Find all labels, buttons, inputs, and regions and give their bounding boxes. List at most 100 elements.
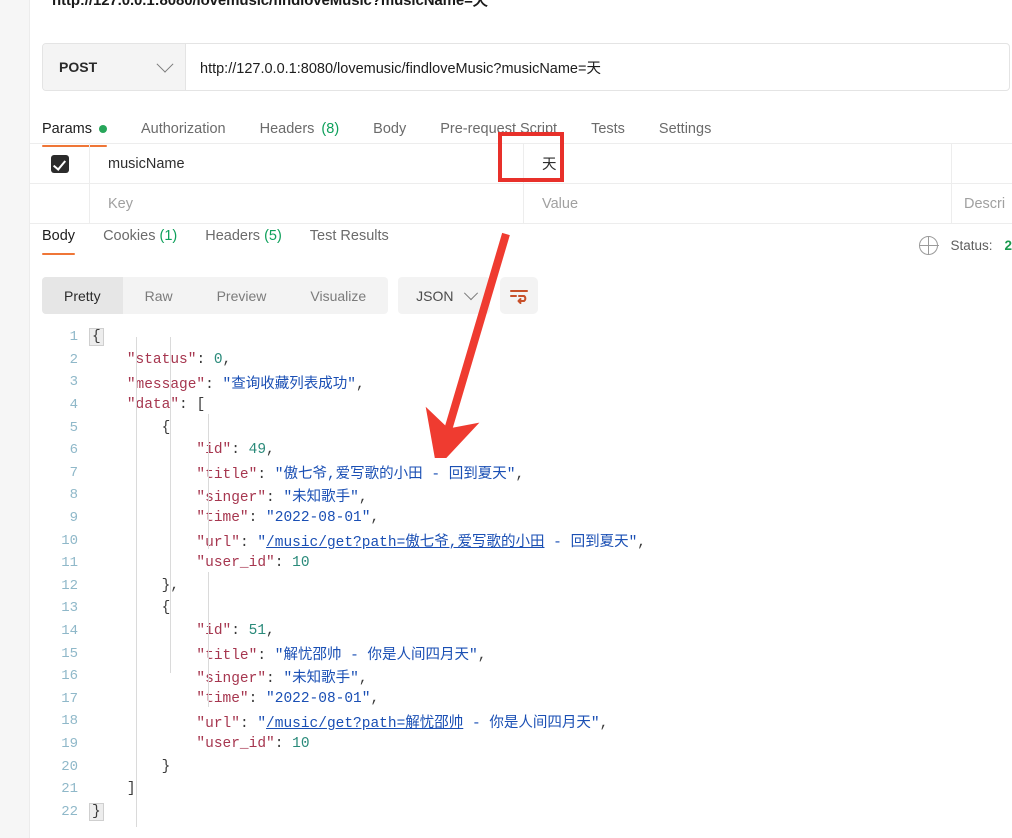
code-line: 18 "url": "/music/get?path=解忧邵帅 - 你是人间四月… — [30, 710, 1012, 733]
response-tab-bar: Body Cookies (1) Headers (5) Test Result… — [30, 228, 1012, 264]
table-row: musicName 天 — [30, 144, 1012, 184]
response-tab-test-results[interactable]: Test Results — [310, 228, 389, 255]
tab-headers-label: Headers — [259, 121, 315, 137]
param-description-cell[interactable] — [952, 144, 1012, 183]
code-token-lnk[interactable]: /music/get?path=解忧邵帅 — [266, 716, 463, 732]
url-input[interactable]: http://127.0.0.1:8080/lovemusic/findlove… — [186, 44, 1009, 90]
http-method-select[interactable]: POST — [43, 44, 186, 90]
code-line-text: } — [92, 759, 1012, 775]
table-row-placeholder: Key Value Descri — [30, 184, 1012, 224]
code-token-n: 51 — [248, 623, 267, 640]
code-token-p: , — [358, 670, 368, 687]
code-line-text: }, — [92, 578, 1012, 594]
code-token-s: "未知歌手" — [283, 670, 359, 687]
code-token-p — [92, 671, 196, 687]
response-format-select[interactable]: JSON — [398, 277, 490, 314]
line-number: 4 — [69, 397, 78, 414]
code-line: 3 "message": "查询收藏列表成功", — [30, 371, 1012, 394]
code-line-text: "data": [ — [92, 397, 1012, 413]
code-line-text: "status": 0, — [92, 352, 1012, 368]
code-token-s: "查询收藏列表成功" — [222, 376, 356, 393]
code-token-p: ] — [126, 781, 136, 798]
code-token-p — [92, 600, 162, 616]
globe-icon — [919, 235, 939, 256]
code-token-p: : — [257, 467, 275, 484]
wrap-lines-button[interactable] — [499, 277, 538, 314]
code-line: 6 "id": 49, — [30, 439, 1012, 462]
code-token-k: "message" — [126, 376, 206, 393]
params-table: musicName 天 Key Value Descri — [30, 143, 1012, 224]
line-number: 2 — [69, 351, 78, 368]
response-body-toolbar: Pretty Raw Preview Visualize JSON — [42, 277, 538, 314]
code-token-p: , — [370, 510, 380, 527]
code-token-n: 49 — [248, 442, 267, 459]
code-token-k: "user_id" — [196, 735, 275, 752]
code-token-p: : — [179, 397, 197, 414]
line-number: 17 — [61, 690, 78, 707]
http-method-label: POST — [59, 59, 98, 75]
code-token-p: : — [274, 735, 293, 752]
clipped-tab-title-strip: http://127.0.0.1:8080/lovemusic/findlove… — [0, 0, 1012, 18]
code-token-p — [92, 397, 127, 413]
view-visualize[interactable]: Visualize — [288, 277, 388, 314]
code-token-p: : — [231, 623, 249, 640]
code-token-n: 10 — [292, 735, 310, 752]
code-token-lnk[interactable]: /music/get?path=傲七爷,爱写歌的小田 — [266, 535, 544, 551]
response-view-segmented-control: Pretty Raw Preview Visualize — [42, 277, 389, 314]
code-line: 21 ] — [30, 778, 1012, 801]
code-token-k: "time" — [196, 690, 249, 707]
code-line: 10 "url": "/music/get?path=傲七爷,爱写歌的小田 - … — [30, 529, 1012, 552]
code-line: 17 "time": "2022-08-01", — [30, 688, 1012, 711]
status-code: 2 — [1004, 238, 1012, 253]
code-token-n: 0 — [213, 351, 223, 368]
code-line-text: ] — [92, 781, 1012, 797]
code-line: 13 { — [30, 597, 1012, 620]
response-tab-cookies[interactable]: Cookies (1) — [103, 228, 177, 255]
code-line: 14 "id": 51, — [30, 620, 1012, 643]
code-token-s: "2022-08-01" — [266, 690, 371, 707]
line-number: 10 — [61, 532, 78, 549]
code-token-p — [92, 352, 127, 368]
code-line: 8 "singer": "未知歌手", — [30, 484, 1012, 507]
code-token-p: : — [257, 648, 275, 665]
code-token-p: : — [266, 489, 284, 506]
code-line: 7 "title": "傲七爷,爱写歌的小田 - 回到夏天", — [30, 462, 1012, 485]
response-tab-cookies-label: Cookies — [103, 228, 156, 244]
param-enabled-cell — [30, 144, 90, 183]
response-body-code-viewer[interactable]: 1 {2 "status": 0, 3 "message": "查询收藏列表成功",… — [30, 326, 1012, 838]
code-token-p — [92, 535, 196, 551]
param-value-cell[interactable]: 天 — [524, 144, 952, 183]
view-raw[interactable]: Raw — [123, 277, 195, 314]
code-line: 11 "user_id": 10 — [30, 552, 1012, 575]
code-line-text: "title": "解忧邵帅 - 你是人间四月天", — [92, 643, 1012, 664]
param-key-input[interactable]: Key — [90, 184, 524, 223]
code-line: 19 "user_id": 10 — [30, 733, 1012, 756]
line-number: 5 — [69, 419, 78, 436]
code-token-p — [92, 759, 162, 775]
param-value-input[interactable]: Value — [524, 184, 952, 223]
param-key-cell[interactable]: musicName — [90, 144, 524, 183]
response-tab-body[interactable]: Body — [42, 228, 76, 255]
line-number: 19 — [61, 735, 78, 752]
line-number: 1 — [69, 329, 78, 346]
code-token-p — [92, 467, 196, 483]
tab-settings-label: Settings — [658, 121, 712, 137]
code-token-brace: } — [89, 802, 104, 821]
code-line: 9 "time": "2022-08-01", — [30, 507, 1012, 530]
view-pretty[interactable]: Pretty — [42, 277, 123, 314]
code-token-p: , — [370, 690, 380, 707]
tab-pre-request-script-label: Pre-request Script — [440, 121, 558, 137]
chevron-down-icon — [463, 285, 478, 300]
code-line-text: "message": "查询收藏列表成功", — [92, 372, 1012, 393]
code-token-p: : — [239, 715, 258, 732]
response-tab-headers[interactable]: Headers (5) — [205, 228, 282, 255]
line-number: 8 — [69, 487, 78, 504]
param-checkbox[interactable] — [50, 154, 69, 173]
code-token-k: "id" — [196, 442, 232, 459]
param-description-input[interactable]: Descri — [952, 184, 1012, 223]
code-token-p — [92, 716, 196, 732]
code-line-text: { — [92, 420, 1012, 436]
code-token-p: : — [231, 442, 249, 459]
code-token-n: 10 — [292, 555, 310, 572]
view-preview[interactable]: Preview — [195, 277, 289, 314]
